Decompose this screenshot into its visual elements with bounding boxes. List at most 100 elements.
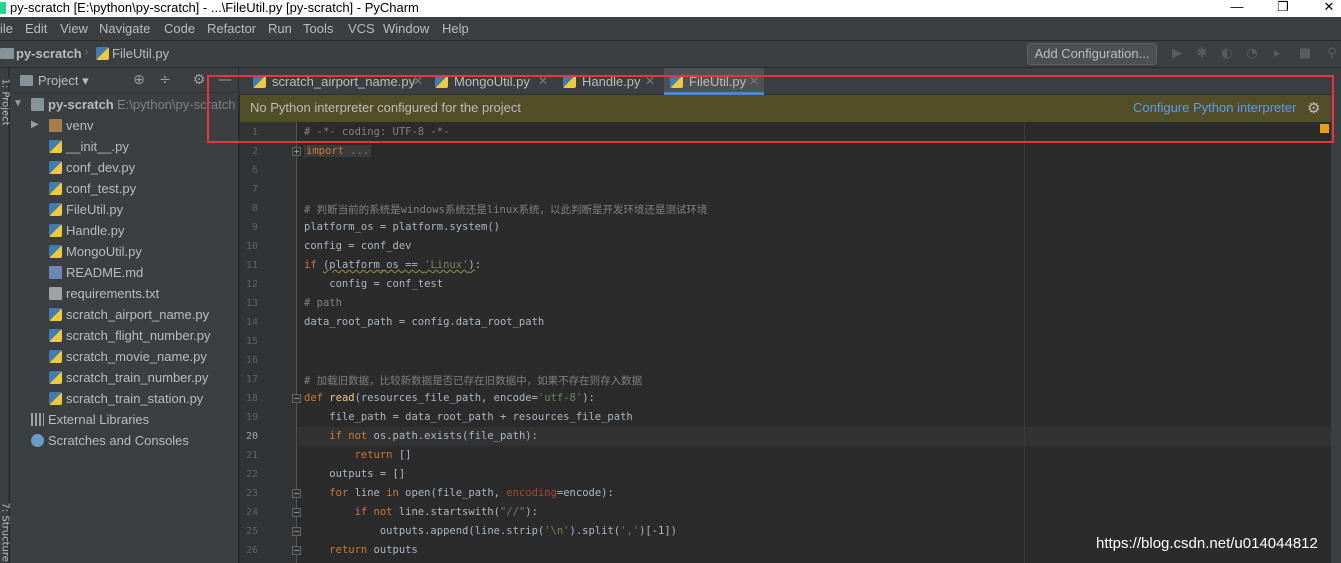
code-line-14: data_root_path = config.data_root_path xyxy=(304,316,545,328)
tree-item-readme[interactable]: README.md xyxy=(10,262,238,283)
project-tool-label[interactable]: 1: Project xyxy=(0,79,11,126)
menu-code[interactable]: Code xyxy=(164,21,195,36)
structure-tool-label[interactable]: 7: Structure xyxy=(0,503,11,562)
line-number: 2 xyxy=(251,146,258,157)
search-icon[interactable]: ⚲ xyxy=(1325,47,1339,61)
tree-item-scratch-flight-number[interactable]: scratch_flight_number.py xyxy=(10,325,238,346)
line-number: 7 xyxy=(251,184,258,195)
line-number: 24 xyxy=(245,507,258,518)
menu-edit[interactable]: Edit xyxy=(25,21,47,36)
line-number: 17 xyxy=(245,374,258,385)
menu-navigate[interactable]: Navigate xyxy=(99,21,150,36)
fold-collapse-icon[interactable]: − xyxy=(292,508,301,517)
tree-item-requirements[interactable]: requirements.txt xyxy=(10,283,238,304)
tree-item-label: scratch_train_number.py xyxy=(66,370,209,385)
line-number-current: 20 xyxy=(245,431,258,442)
tree-item-label: Handle.py xyxy=(66,223,125,238)
tree-item-scratch-airport-name[interactable]: scratch_airport_name.py xyxy=(10,304,238,325)
maximize-button[interactable]: ❐ xyxy=(1260,0,1306,17)
fold-expand-icon[interactable]: + xyxy=(292,147,301,156)
tree-item-label: scratch_movie_name.py xyxy=(66,349,207,364)
code-line-10: config = conf_dev xyxy=(304,240,412,252)
python-file-icon xyxy=(49,371,62,384)
expand-arrow-icon[interactable]: ▼ xyxy=(13,98,23,109)
line-number: 13 xyxy=(245,298,258,309)
window-titlebar: py-scratch [E:\python\py-scratch] - ...\… xyxy=(0,0,1341,17)
tree-item-external-libraries[interactable]: External Libraries xyxy=(10,409,238,430)
line-number: 25 xyxy=(245,526,258,537)
line-number: 8 xyxy=(251,203,258,214)
code-line-12: config = conf_test xyxy=(304,278,444,290)
close-button[interactable]: ✕ xyxy=(1306,0,1341,17)
line-number: 12 xyxy=(245,279,258,290)
tree-item-venv[interactable]: ▶ venv xyxy=(10,115,238,136)
tree-item-scratch-train-number[interactable]: scratch_train_number.py xyxy=(10,367,238,388)
project-folder-icon xyxy=(31,98,44,111)
tree-item-conf-dev[interactable]: conf_dev.py xyxy=(10,157,238,178)
menu-tools[interactable]: Tools xyxy=(303,21,333,36)
menu-file[interactable]: ile xyxy=(0,21,13,36)
build-icon[interactable]: ▸ xyxy=(1270,47,1284,61)
line-number: 22 xyxy=(245,469,258,480)
run-icon[interactable]: ▶ xyxy=(1170,47,1184,61)
menu-help[interactable]: Help xyxy=(442,21,469,36)
add-configuration-button[interactable]: Add Configuration... xyxy=(1027,43,1157,65)
minimize-button[interactable]: — xyxy=(1214,0,1260,17)
tree-item-init[interactable]: __init__.py xyxy=(10,136,238,157)
tree-item-scratches[interactable]: Scratches and Consoles xyxy=(10,430,238,451)
python-file-icon xyxy=(49,182,62,195)
menu-bar: ile Edit View Navigate Code Refactor Run… xyxy=(0,17,1341,41)
tree-item-handle[interactable]: Handle.py xyxy=(10,220,238,241)
root-name: py-scratch xyxy=(48,97,114,112)
collapse-arrow-icon[interactable]: ▶ xyxy=(31,119,39,130)
tree-item-scratch-train-station[interactable]: scratch_train_station.py xyxy=(10,388,238,409)
project-panel: Project ▾ ⊕ ÷ ⚙ — ▼ py-scratch E:\python… xyxy=(10,68,239,563)
python-file-icon xyxy=(49,350,62,363)
line-number: 14 xyxy=(245,317,258,328)
coverage-icon[interactable]: ◐ xyxy=(1220,47,1234,61)
folder-icon xyxy=(49,119,62,132)
breadcrumb-file[interactable]: FileUtil.py xyxy=(112,46,169,61)
tree-item-conf-test[interactable]: conf_test.py xyxy=(10,178,238,199)
project-panel-header: Project ▾ ⊕ ÷ ⚙ — xyxy=(10,68,238,93)
fold-collapse-icon[interactable]: − xyxy=(292,489,301,498)
line-number: 21 xyxy=(245,450,258,461)
tree-item-mongoutil[interactable]: MongoUtil.py xyxy=(10,241,238,262)
code-line-9: platform_os = platform.system() xyxy=(304,221,500,233)
menu-view[interactable]: View xyxy=(60,21,88,36)
scratches-icon xyxy=(31,434,44,447)
menu-refactor[interactable]: Refactor xyxy=(207,21,256,36)
code-line-21: return [] xyxy=(354,449,412,461)
tree-item-scratch-movie-name[interactable]: scratch_movie_name.py xyxy=(10,346,238,367)
code-line-26: return outputs xyxy=(329,544,418,556)
window-title: py-scratch [E:\python\py-scratch] - ...\… xyxy=(10,0,419,15)
line-number: 19 xyxy=(245,412,258,423)
python-file-icon xyxy=(49,329,62,342)
tree-item-label: README.md xyxy=(66,265,144,280)
project-view-selector[interactable]: Project ▾ xyxy=(38,73,89,89)
tree-item-label: Scratches and Consoles xyxy=(48,433,189,448)
locate-icon[interactable]: ⊕ xyxy=(131,72,147,88)
fold-end-icon[interactable]: − xyxy=(292,527,301,536)
text-file-icon xyxy=(49,287,62,300)
debug-icon[interactable]: ✱ xyxy=(1195,47,1209,61)
fold-end-icon[interactable]: − xyxy=(292,546,301,555)
left-tool-stripe: 1: Project 7: Structure xyxy=(0,68,11,563)
tree-item-fileutil[interactable]: FileUtil.py xyxy=(10,199,238,220)
menu-window[interactable]: Window xyxy=(383,21,429,36)
tree-root[interactable]: ▼ py-scratch E:\python\py-scratch xyxy=(10,94,238,115)
code-line-11: if (platform_os == 'Linux'): xyxy=(304,259,482,271)
code-line-25: outputs.append(line.strip('\n').split(',… xyxy=(304,525,677,537)
gear-icon[interactable]: ⚙ xyxy=(191,72,207,88)
fold-collapse-icon[interactable]: − xyxy=(292,394,301,403)
breadcrumb-project[interactable]: py-scratch xyxy=(16,46,82,61)
annotation-highlight-box xyxy=(207,75,1334,143)
collapse-all-icon[interactable]: ÷ xyxy=(157,72,173,88)
profile-icon[interactable]: ◔ xyxy=(1245,47,1259,61)
menu-run[interactable]: Run xyxy=(268,21,292,36)
python-file-icon xyxy=(49,224,62,237)
menu-vcs[interactable]: VCS xyxy=(348,21,375,36)
stop-icon[interactable]: ■ xyxy=(1298,47,1312,61)
project-folder-icon xyxy=(0,48,14,59)
code-line-24: if not line.startswith("//"): xyxy=(354,506,538,518)
